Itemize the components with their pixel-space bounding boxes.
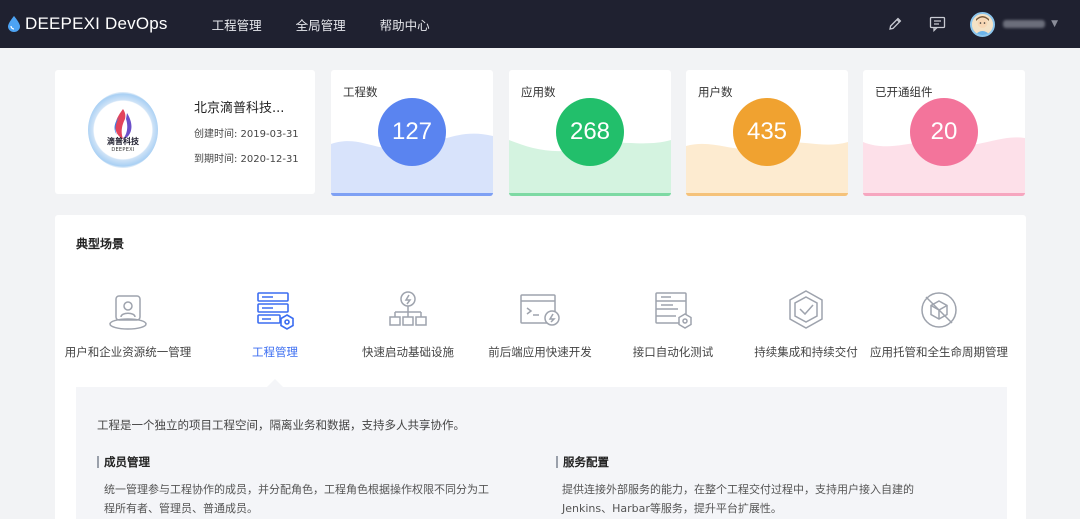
scenario-label: 接口自动化测试 [632,345,714,359]
service-text-line: Jenkins、Harbar等服务，提升平台扩展性。 [562,502,782,515]
company-logo: 滴普科技 DEEPEXI [88,92,158,168]
scenario-api-test[interactable]: 接口自动化测试 [603,288,743,361]
scenario-label: 快速启动基础设施 [362,345,454,359]
logo-subtitle: DEEPEXI [111,147,135,153]
nav-item-project[interactable]: 工程管理 [212,15,262,34]
user-resource-icon [109,295,147,330]
stat-bar [863,193,1025,196]
scenario-detail: 工程是一个独立的项目工程空间，隔离业务和数据，支持多人共享协作。 成员管理 统一… [76,387,1007,519]
scenario-user-resource[interactable]: 用户和企业资源统一管理 [58,288,198,361]
stat-value-circle: 127 [378,98,446,166]
scenario-dev[interactable]: 前后端应用快速开发 [470,288,610,361]
member-text-line: 程所有者、管理员、普通成员。 [104,502,258,515]
nav-item-global[interactable]: 全局管理 [296,15,346,34]
active-tab-indicator [267,379,283,387]
chevron-down-icon[interactable]: ▼ [1051,19,1058,29]
scenario-lifecycle[interactable]: 应用托管和全生命周期管理 [869,288,1009,361]
user-area: ▼ [886,0,1080,48]
avatar[interactable] [970,11,996,37]
droplet-icon [8,16,20,32]
scenario-label: 持续集成和持续交付 [754,345,858,359]
username-blurred[interactable] [1003,20,1046,28]
stat-card-apps[interactable]: 应用数 268 [509,70,671,196]
dev-console-icon [520,294,560,326]
stat-card-projects[interactable]: 工程数 127 [331,70,493,196]
scenario-label: 工程管理 [252,345,298,359]
edit-icon[interactable] [886,15,904,33]
ci-cd-icon [789,290,823,329]
company-card: 滴普科技 DEEPEXI 北京滴普科技... 创建时间: 2019-03-31 … [55,70,315,194]
stat-card-components[interactable]: 已开通组件 20 [863,70,1025,196]
service-section-text: 提供连接外部服务的能力，在整个工程交付过程中，支持用户接入自建的 Jenkins… [562,480,914,518]
detail-description: 工程是一个独立的项目工程空间，隔离业务和数据，支持多人共享协作。 [97,418,465,432]
expire-date: 到期时间: 2020-12-31 [194,154,299,165]
created-date: 创建时间: 2019-03-31 [194,129,299,140]
stat-value-circle: 20 [910,98,978,166]
service-text-line: 提供连接外部服务的能力，在整个工程交付过程中，支持用户接入自建的 [562,483,914,496]
nav-item-help[interactable]: 帮助中心 [380,15,430,34]
project-management-icon [257,292,294,330]
scenario-label: 前后端应用快速开发 [488,345,592,359]
scenario-ci-cd[interactable]: 持续集成和持续交付 [736,288,876,361]
stat-card-users[interactable]: 用户数 435 [686,70,848,196]
stat-label: 应用数 [521,85,556,99]
infrastructure-icon [389,291,427,326]
scenarios-panel: 典型场景 用户和企业资源统一管理 工程管理 快速启动基础设施 前后端应用快速开发… [55,215,1026,519]
brand-logo[interactable]: DEEPEXI DevOps [8,14,168,34]
main-nav: 工程管理 全局管理 帮助中心 [212,15,464,34]
member-section-title: 成员管理 [97,456,150,468]
message-icon[interactable] [928,15,946,33]
service-section-title: 服务配置 [556,456,609,468]
scenario-project-management[interactable]: 工程管理 [205,288,345,361]
company-name: 北京滴普科技... [194,101,285,116]
stat-label: 用户数 [698,85,733,99]
stat-bar [686,193,848,196]
brand-name: DEEPEXI DevOps [25,14,168,33]
member-section-text: 统一管理参与工程协作的成员，并分配角色，工程角色根据操作权限不同分为工 程所有者… [104,480,489,518]
scenario-label: 用户和企业资源统一管理 [64,345,192,359]
panel-title: 典型场景 [76,237,125,251]
stat-label: 已开通组件 [875,85,933,99]
stat-bar [331,193,493,196]
top-navbar: DEEPEXI DevOps 工程管理 全局管理 帮助中心 ▼ [0,0,1080,48]
scenario-label: 应用托管和全生命周期管理 [870,345,1008,359]
scenario-infrastructure[interactable]: 快速启动基础设施 [338,288,478,361]
api-test-icon [655,292,692,329]
member-text-line: 统一管理参与工程协作的成员，并分配角色，工程角色根据操作权限不同分为工 [104,483,489,496]
stat-value-circle: 268 [556,98,624,166]
stat-label: 工程数 [343,85,378,99]
logo-name: 滴普科技 [107,137,139,146]
stat-value-circle: 435 [733,98,801,166]
lifecycle-icon [921,292,957,328]
stat-bar [509,193,671,196]
